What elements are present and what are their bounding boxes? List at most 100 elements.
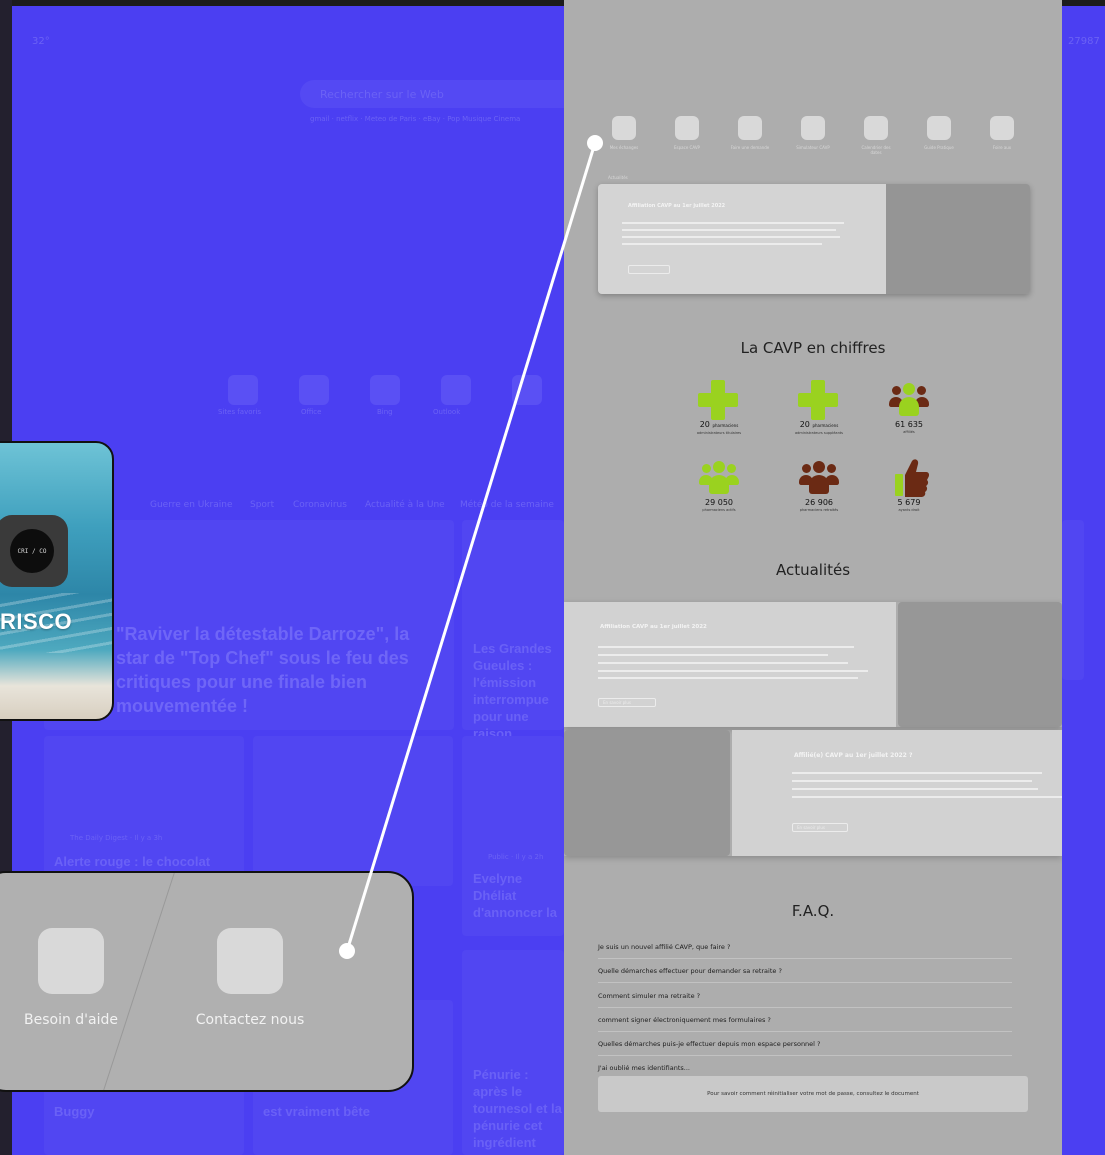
- stat-caption: administrateurs titulaires: [696, 431, 742, 435]
- news-headline[interactable]: Pénurie : après le tournesol et la pénur…: [473, 1066, 563, 1151]
- shortcut-label: Espace CAVP: [674, 145, 700, 150]
- text-line: [598, 677, 858, 679]
- faq-question[interactable]: Quelles démarches puis-je effectuer depu…: [598, 1040, 1008, 1049]
- faq-divider: [598, 958, 1012, 959]
- news-image: [564, 730, 730, 856]
- news-headline[interactable]: Alerte rouge : le chocolat: [54, 853, 210, 870]
- faq-password-note[interactable]: Pour savoir comment réinitialiser votre …: [598, 1076, 1028, 1112]
- news-source: Public · Il y a 2h: [488, 853, 544, 861]
- people-icon: [889, 382, 929, 416]
- nav-tab[interactable]: Actualité à la Une: [365, 500, 445, 510]
- shortcut-icon: [927, 116, 951, 140]
- text-line: [598, 654, 828, 656]
- stat-caption: pharmaciens actifs: [702, 508, 736, 512]
- stat-number: 61 635: [895, 420, 923, 429]
- faq-divider: [598, 982, 1012, 983]
- shortcut-label: Simulateur CAVP: [796, 145, 830, 150]
- hero-banner[interactable]: Affiliation CAVP au 1er juillet 2022: [598, 184, 1030, 294]
- news-image: [898, 602, 1062, 727]
- quick-link-label: Outlook: [433, 408, 461, 416]
- zoom-callout: Besoin d'aide Contactez nous: [0, 871, 414, 1092]
- help-button[interactable]: Besoin d'aide: [0, 928, 146, 1030]
- app-preview-card[interactable]: CRI / CO RISCO: [0, 441, 114, 721]
- text-line: [622, 243, 822, 245]
- news-headline[interactable]: Buggy: [54, 1103, 94, 1120]
- news-item-1[interactable]: Affiliation CAVP au 1er juillet 2022 En …: [564, 602, 1062, 727]
- quick-link-tile[interactable]: [512, 375, 542, 405]
- shortcut-messages[interactable]: Mes échanges: [604, 116, 644, 150]
- rewards-status: 27987: [1068, 36, 1100, 47]
- hero-text-panel: Affiliation CAVP au 1er juillet 2022: [598, 184, 886, 294]
- faq-divider: [598, 1031, 1012, 1032]
- nav-tab[interactable]: Coronavirus: [293, 500, 347, 510]
- stat-unit: pharmaciens: [812, 423, 839, 428]
- shortcut-icon: [612, 116, 636, 140]
- shortcut-label: Mes échanges: [609, 145, 639, 150]
- stat-ayants-droit: 5 679 ayants droit: [864, 456, 954, 513]
- text-line: [792, 796, 1062, 798]
- shortcut-label: Calendrier des dates: [861, 145, 891, 155]
- faq-question[interactable]: J'ai oublié mes identifiants...: [598, 1064, 1008, 1073]
- weather-status: 32°: [32, 36, 50, 47]
- web-search-hint: gmail · netflix · Meteo de Paris · eBay …: [310, 115, 521, 123]
- shortcut-label: Guide Pratique: [924, 145, 954, 150]
- news-headline[interactable]: Les Grandes Gueules : l'émission interro…: [473, 640, 563, 742]
- news-card[interactable]: [1062, 520, 1084, 680]
- shortcut-simulateur[interactable]: Simulateur CAVP: [793, 116, 833, 150]
- hero-image: [886, 184, 1030, 294]
- shortcut-calendrier[interactable]: Calendrier des dates: [856, 116, 896, 155]
- stat-number: 29 050: [705, 498, 733, 507]
- news-more-button[interactable]: En savoir plus: [792, 823, 848, 832]
- stat-caption: affiliés: [903, 430, 915, 434]
- thumbs-up-icon: [895, 459, 929, 497]
- quick-link-tile[interactable]: [228, 375, 258, 405]
- text-line: [598, 662, 848, 664]
- text-line: [598, 670, 868, 672]
- app-icon[interactable]: CRI / CO: [0, 515, 68, 587]
- stat-number: 20: [699, 420, 710, 429]
- stat-caption: ayants droit: [898, 508, 920, 512]
- app-name: RISCO: [0, 609, 73, 634]
- help-button-label: Besoin d'aide: [24, 1012, 118, 1028]
- text-line: [622, 229, 836, 231]
- app-icon-logo: CRI / CO: [10, 529, 54, 573]
- text-line: [622, 222, 844, 224]
- stat-affilies: 61 635 affiliés: [864, 378, 954, 435]
- news-headline[interactable]: Evelyne Dhéliat d'annoncer la: [473, 870, 563, 921]
- shortcut-espace[interactable]: Espace CAVP: [667, 116, 707, 150]
- shortcut-icon: [990, 116, 1014, 140]
- shortcut-icon: [801, 116, 825, 140]
- news-card[interactable]: [253, 736, 453, 886]
- stat-admins-suppleants: 20 pharmaciens administrateurs suppléant…: [774, 378, 864, 436]
- news-more-button[interactable]: En savoir plus: [598, 698, 656, 707]
- quick-link-tile[interactable]: [441, 375, 471, 405]
- faq-question[interactable]: Je suis un nouvel affilié CAVP, que fair…: [598, 943, 1008, 952]
- quick-link-tile[interactable]: [299, 375, 329, 405]
- shortcut-demande[interactable]: Faire une demande: [730, 116, 770, 150]
- stat-number: 5 679: [897, 498, 921, 507]
- plus-icon: [698, 380, 738, 420]
- quick-link-tile[interactable]: [370, 375, 400, 405]
- faq-question[interactable]: comment signer électroniquement mes form…: [598, 1016, 1008, 1025]
- people-icon: [699, 460, 739, 494]
- news-section-title: Actualités: [775, 561, 851, 579]
- stat-number: 26 906: [805, 498, 833, 507]
- stat-number: 20: [799, 420, 810, 429]
- news-headline[interactable]: est vraiment bête: [263, 1103, 370, 1120]
- contact-button[interactable]: Contactez nous: [175, 928, 325, 1030]
- news-text-panel: Affilié(e) CAVP au 1er juillet 2022 ? En…: [732, 730, 1062, 856]
- hero-more-button[interactable]: [628, 265, 670, 274]
- faq-question[interactable]: Comment simuler ma retraite ?: [598, 992, 1008, 1001]
- contact-button-label: Contactez nous: [195, 1012, 305, 1028]
- shortcut-icon: [864, 116, 888, 140]
- news-headline[interactable]: "Raviver la détestable Darroze", la star…: [116, 622, 446, 718]
- nav-tab[interactable]: Météo de la semaine: [460, 500, 554, 510]
- faq-question[interactable]: Quelle démarches effectuer pour demander…: [598, 967, 1008, 976]
- shortcut-faq[interactable]: Foire aux: [982, 116, 1022, 150]
- nav-tab[interactable]: Sport: [250, 500, 274, 510]
- news-item-2[interactable]: Affilié(e) CAVP au 1er juillet 2022 ? En…: [564, 730, 1062, 856]
- shortcut-guide[interactable]: Guide Pratique: [919, 116, 959, 150]
- text-line: [622, 236, 840, 238]
- nav-tab[interactable]: Guerre en Ukraine: [150, 500, 233, 510]
- news-title: Affilié(e) CAVP au 1er juillet 2022 ?: [794, 752, 913, 759]
